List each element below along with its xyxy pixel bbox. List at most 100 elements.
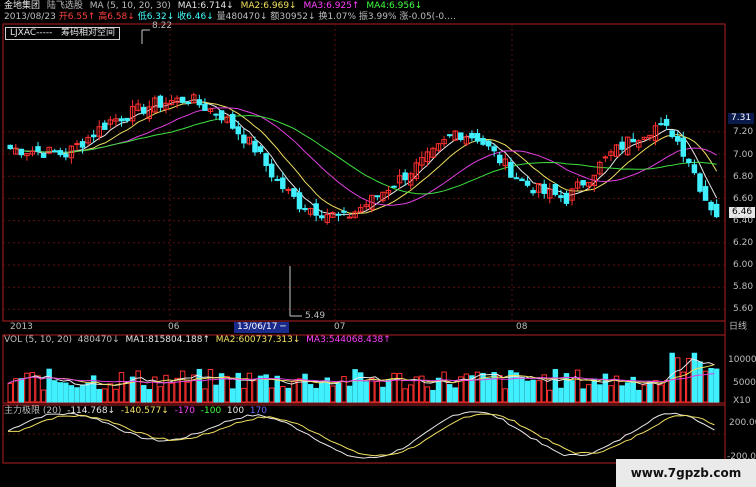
- vol-value: 480470↓: [77, 335, 120, 345]
- volume-bar: [230, 388, 236, 403]
- volume-bar: [385, 379, 392, 403]
- candle-body: [346, 216, 353, 219]
- force-v6: 170: [249, 406, 268, 416]
- volume-bar: [519, 376, 525, 403]
- volume-bar: [141, 385, 147, 403]
- period-label[interactable]: 日线: [729, 322, 747, 333]
- candle-body: [508, 161, 514, 178]
- candle-body: [218, 110, 225, 121]
- candle-body: [619, 141, 625, 150]
- candle-body: [63, 153, 69, 158]
- volume-bar: [285, 387, 292, 403]
- volume-bar: [246, 372, 253, 403]
- volume-bar: [207, 369, 214, 403]
- time-label-07: 07: [334, 322, 346, 332]
- volume-bar: [502, 388, 509, 403]
- candle-body: [669, 130, 675, 138]
- force-v2: -140.577↓: [120, 406, 169, 416]
- candle-body: [40, 153, 47, 158]
- vol-ma1: MA1:815804.188↑: [125, 335, 211, 345]
- volume-bar: [102, 388, 108, 403]
- volume-bar: [408, 384, 414, 403]
- volume-bar: [574, 369, 581, 403]
- volume-bar: [341, 376, 347, 403]
- candle-body: [296, 192, 303, 210]
- candle-body: [469, 132, 475, 139]
- volume-bar: [235, 372, 242, 403]
- volume-bar: [319, 381, 325, 403]
- volume-bar: [268, 387, 275, 403]
- volume-bar: [313, 387, 319, 403]
- volume-bar: [463, 373, 470, 403]
- volume-bar: [552, 369, 559, 403]
- volume-bar: [90, 375, 97, 403]
- candle-body: [602, 156, 609, 159]
- candle-body: [630, 138, 636, 143]
- volume-bar: [224, 375, 230, 403]
- volume-bar: [636, 389, 642, 403]
- candle-body: [18, 148, 25, 156]
- volume-bar: [179, 370, 186, 403]
- candle-body: [90, 134, 97, 138]
- volume-bar: [241, 387, 247, 403]
- candle-body: [263, 153, 269, 166]
- candle-body: [7, 144, 13, 150]
- vol-axis-x10: X10: [733, 396, 751, 406]
- volume-bar: [213, 384, 219, 403]
- volume-bar: [524, 380, 531, 403]
- volume-bar: [669, 352, 675, 403]
- candle-body: [291, 188, 297, 197]
- vol-ma3: MA3:544068.438↑: [306, 335, 391, 345]
- volume-bar: [302, 373, 308, 403]
- candle-body: [697, 173, 703, 192]
- volume-bar: [52, 380, 58, 403]
- volume-bar: [352, 369, 358, 403]
- candle-body: [491, 146, 497, 152]
- candle-body: [580, 180, 586, 186]
- volume-bar: [391, 372, 397, 403]
- volume-bar: [363, 381, 369, 403]
- site-watermark: www.7gpzb.com: [616, 459, 756, 487]
- volume-bar: [113, 388, 119, 403]
- candle-body: [541, 183, 547, 194]
- candle-body: [157, 95, 164, 108]
- candle-body: [213, 113, 219, 116]
- price-label-7-20: 7.20: [733, 127, 754, 137]
- volume-bar: [624, 382, 631, 403]
- volume-bar: [586, 384, 592, 403]
- volume-bar: [369, 377, 375, 403]
- candle-body: [202, 103, 208, 111]
- candle-body: [558, 195, 564, 198]
- volume-bar: [96, 388, 102, 403]
- volume-bar: [713, 368, 720, 403]
- candle-body: [235, 126, 242, 135]
- volume-bar: [446, 384, 453, 403]
- volume-bar: [702, 370, 709, 403]
- volume-bar: [430, 389, 436, 403]
- vol-axis-50000: 50000: [733, 378, 756, 388]
- volume-bar: [35, 375, 41, 403]
- candle-body: [497, 154, 503, 164]
- candle-body: [313, 203, 319, 216]
- force-line-main: [7, 411, 715, 459]
- volume-bar: [85, 383, 91, 403]
- candle-body: [196, 99, 203, 106]
- time-cursor-tag: 13/06/17 ─: [234, 322, 289, 333]
- volume-bar: [63, 382, 69, 403]
- volume-bar: [107, 383, 114, 403]
- volume-bar: [513, 372, 520, 403]
- volume-bar: [402, 388, 408, 403]
- price-label-6-80: 6.80: [733, 172, 754, 182]
- candle-body: [319, 215, 325, 219]
- grid: [3, 24, 725, 435]
- candle-body: [691, 164, 698, 174]
- price-label-7-00: 7.00: [733, 150, 754, 160]
- force-v4: -100: [200, 406, 222, 416]
- force-v1: -114.768↓: [67, 406, 116, 416]
- volume-bar: [346, 385, 353, 403]
- candle-body: [118, 118, 125, 122]
- volume-bar: [7, 382, 13, 403]
- volume-bar: [602, 373, 609, 403]
- volume-bar: [57, 382, 64, 403]
- volume-bar: [441, 371, 447, 403]
